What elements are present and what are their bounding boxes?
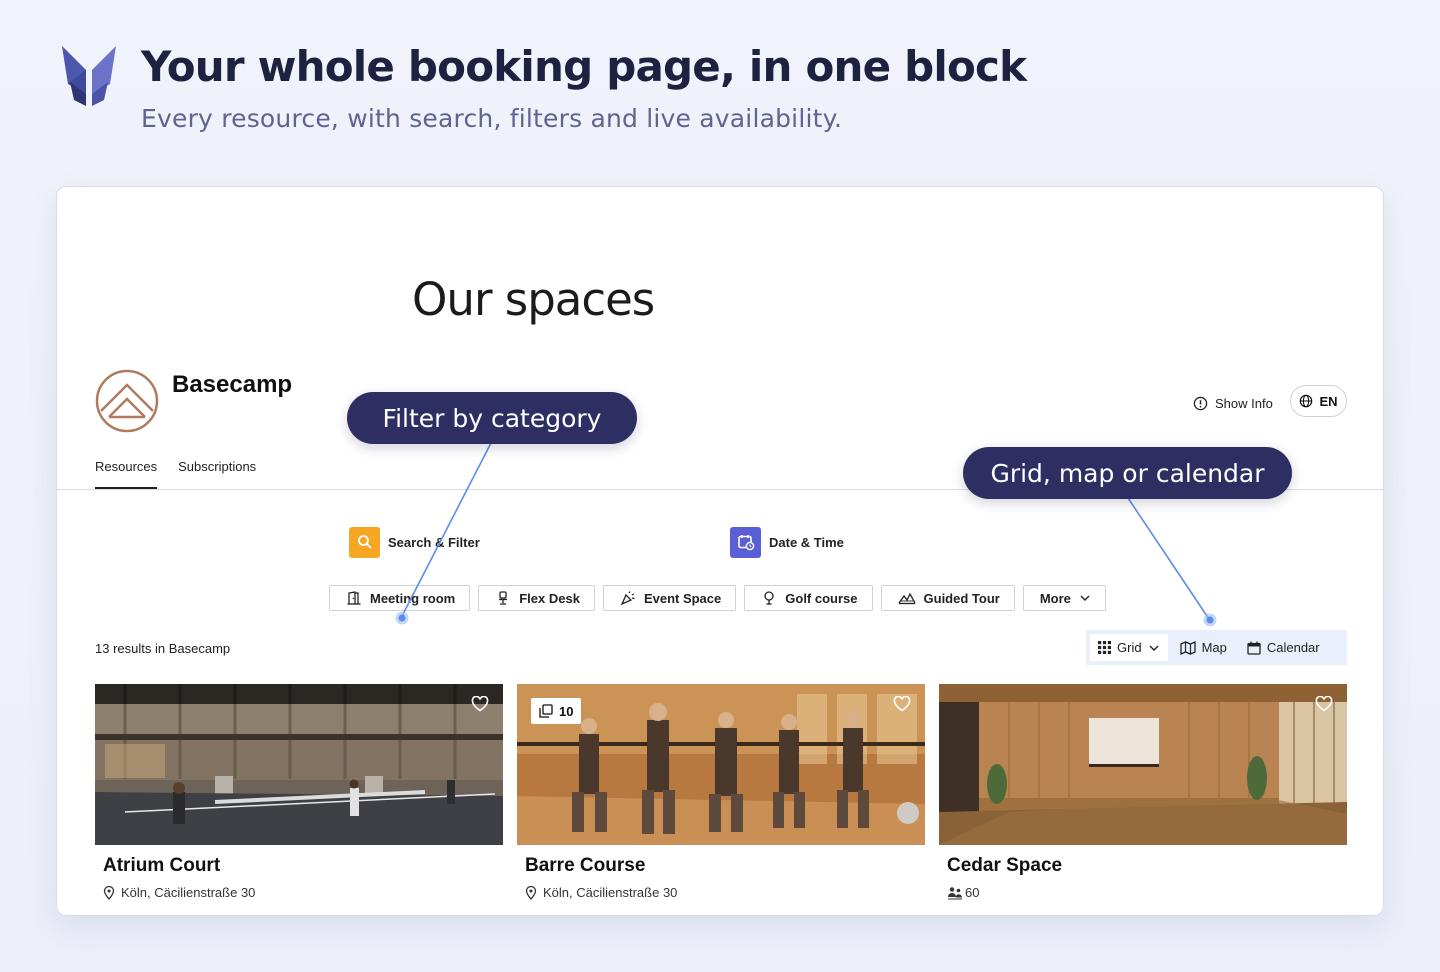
- info-icon: [1193, 396, 1208, 410]
- resource-location: Köln, Cäcilienstraße 30: [525, 885, 925, 900]
- search-filter-button[interactable]: Search & Filter: [349, 526, 480, 558]
- view-mode-toggle: Grid Map Calendar: [1086, 630, 1347, 665]
- resource-photo: [95, 684, 503, 845]
- hero-title: Your whole booking page, in one block: [141, 42, 1027, 91]
- gallery-icon: [539, 704, 553, 718]
- resource-title: Atrium Court: [103, 855, 221, 876]
- location-pin-icon: [525, 885, 537, 900]
- resource-title: Cedar Space: [947, 855, 1063, 876]
- category-chip-label: Golf course: [785, 590, 858, 606]
- page-heading: Our spaces: [412, 273, 655, 326]
- category-chip-event-space[interactable]: Event Space: [602, 585, 737, 611]
- mountain-logo-icon: [95, 369, 159, 433]
- people-icon: [948, 886, 962, 899]
- resource-photo: [939, 684, 1347, 845]
- mountain-icon: [897, 592, 916, 605]
- language-label: EN: [1319, 393, 1338, 409]
- show-info-label: Show Info: [1215, 395, 1273, 411]
- tab-subscriptions[interactable]: Subscriptions: [178, 459, 256, 489]
- category-chip-guided-tour[interactable]: Guided Tour: [880, 585, 1015, 611]
- category-chip-label: Meeting room: [370, 590, 456, 606]
- view-map-button[interactable]: Map: [1172, 634, 1235, 661]
- language-selector[interactable]: EN: [1290, 385, 1347, 417]
- category-chip-label: Guided Tour: [923, 590, 1000, 606]
- favorite-heart-icon[interactable]: [471, 696, 489, 712]
- image-count: 10: [559, 703, 574, 719]
- hero-subtitle: Every resource, with search, filters and…: [141, 104, 843, 133]
- party-icon: [620, 591, 635, 606]
- grid-icon: [1098, 641, 1111, 654]
- location-pin-icon: [103, 885, 115, 900]
- results-count: 13 results in Basecamp: [95, 641, 231, 656]
- globe-icon: [1300, 394, 1313, 408]
- door-icon: [347, 591, 361, 605]
- view-calendar-label: Calendar: [1266, 640, 1320, 655]
- search-icon: [349, 526, 380, 558]
- category-chip-label: Event Space: [643, 590, 722, 606]
- tab-resources[interactable]: Resources: [95, 459, 158, 489]
- category-chip-label: More: [1039, 590, 1071, 606]
- search-filter-label: Search & Filter: [388, 534, 480, 550]
- date-time-label: Date & Time: [769, 534, 844, 550]
- resource-card-barre-course[interactable]: 10 Barre Course Köln, Cäcilienstraße 30: [517, 684, 925, 900]
- resource-title: Barre Course: [525, 855, 646, 876]
- callout-view-modes: Grid, map or calendar: [963, 447, 1292, 499]
- tab-bar: Resources Subscriptions: [95, 459, 256, 489]
- category-more-dropdown[interactable]: More: [1022, 585, 1106, 611]
- category-chip-meeting-room[interactable]: Meeting room: [329, 585, 471, 611]
- resource-capacity-text: 60: [965, 885, 980, 900]
- resource-card-cedar-space[interactable]: Cedar Space 60: [939, 684, 1347, 900]
- favorite-heart-icon[interactable]: [1315, 696, 1333, 712]
- map-icon: [1179, 640, 1196, 655]
- view-map-label: Map: [1201, 640, 1227, 655]
- resource-photo: 10: [517, 684, 925, 845]
- category-filter-bar: Meeting room Flex Desk Event Space Golf …: [329, 585, 1106, 611]
- resource-location-text: Köln, Cäcilienstraße 30: [543, 885, 678, 900]
- show-info-button[interactable]: Show Info: [1193, 391, 1273, 415]
- image-count-badge: 10: [531, 698, 582, 724]
- date-time-button[interactable]: Date & Time: [730, 526, 844, 558]
- resource-location-text: Köln, Cäcilienstraße 30: [121, 885, 256, 900]
- favorite-heart-icon[interactable]: [893, 696, 911, 712]
- chevron-down-icon: [1149, 645, 1159, 651]
- resource-card-atrium-court[interactable]: Atrium Court Köln, Cäcilienstraße 30: [95, 684, 503, 900]
- callout-filter-by-category: Filter by category: [347, 392, 637, 444]
- view-grid-button[interactable]: Grid: [1090, 634, 1168, 661]
- brand-name: Basecamp: [172, 371, 293, 398]
- butterfly-logo-icon: [62, 46, 116, 106]
- chevron-down-icon: [1080, 595, 1090, 601]
- calendar-icon: [1247, 641, 1261, 655]
- category-chip-label: Flex Desk: [519, 590, 580, 606]
- calendar-clock-icon: [730, 526, 761, 558]
- view-grid-label: Grid: [1117, 640, 1142, 655]
- category-chip-golf-course[interactable]: Golf course: [744, 585, 873, 611]
- desk-chair-icon: [499, 591, 508, 605]
- resource-capacity: 60: [947, 885, 1347, 900]
- category-chip-flex-desk[interactable]: Flex Desk: [478, 585, 595, 611]
- resource-location: Köln, Cäcilienstraße 30: [103, 885, 503, 900]
- view-calendar-button[interactable]: Calendar: [1239, 634, 1328, 661]
- booking-page-preview: Our spaces Basecamp Show Info EN Resourc…: [56, 186, 1384, 916]
- golf-icon: [764, 591, 774, 605]
